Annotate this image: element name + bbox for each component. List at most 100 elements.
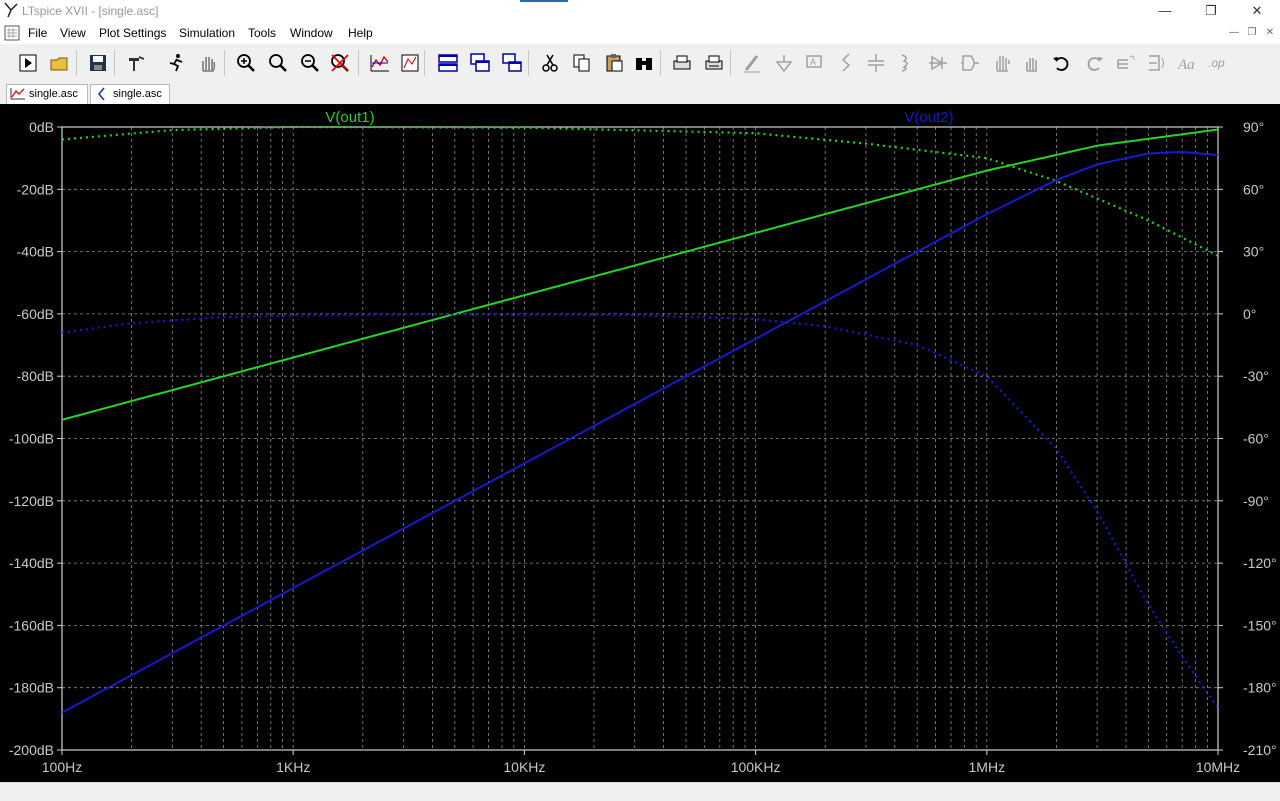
open-button[interactable]	[46, 49, 74, 77]
cut-icon	[542, 54, 558, 72]
trace-label-2[interactable]: V(out2)	[904, 109, 953, 126]
cascade-icon	[502, 53, 522, 72]
tab-schematic[interactable]: single.asc	[90, 84, 170, 104]
print-button[interactable]	[700, 49, 728, 77]
inductor-icon	[901, 54, 908, 72]
left-axis-tick-label: -40dB	[17, 244, 54, 260]
undo-button[interactable]	[1048, 49, 1076, 77]
zoom-in-button[interactable]	[232, 49, 260, 77]
right-axis-tick-label: -30°	[1243, 368, 1269, 384]
tab-label: single.asc	[29, 88, 78, 100]
menu-simulation[interactable]: Simulation	[179, 26, 235, 40]
minimize-button[interactable]: —	[1142, 0, 1188, 22]
diode-button[interactable]	[924, 49, 952, 77]
component-icon	[961, 55, 979, 71]
text-button[interactable]: Aa	[1174, 49, 1202, 77]
spice-directive-button[interactable]: .op	[1204, 49, 1232, 77]
title-bar: LTspice XVII - [single.asc] — ❐ ✕	[0, 0, 1280, 22]
mdi-close-button[interactable]: ✕	[1262, 26, 1278, 40]
hammer-button[interactable]	[122, 49, 150, 77]
autorange-button[interactable]	[366, 49, 394, 77]
zoom-out-button[interactable]	[296, 49, 324, 77]
cascade-button[interactable]	[498, 49, 526, 77]
running-man-button[interactable]	[162, 49, 190, 77]
window-title: LTspice XVII - [single.asc]	[22, 4, 159, 18]
tab-label: single.asc	[113, 88, 162, 100]
print-icon	[705, 55, 723, 70]
right-axis-tick-label: -150°	[1243, 617, 1277, 633]
menu-tools[interactable]: Tools	[248, 26, 276, 40]
zoom-full-button[interactable]	[264, 49, 292, 77]
paste-icon	[606, 54, 623, 72]
menu-window[interactable]: Window	[290, 26, 333, 40]
component-button[interactable]	[956, 49, 984, 77]
label-button[interactable]: A	[800, 49, 828, 77]
cut-button[interactable]	[536, 49, 564, 77]
mirror-button[interactable]	[1142, 49, 1170, 77]
close-button[interactable]: ✕	[1234, 0, 1280, 22]
inductor-button[interactable]	[892, 49, 920, 77]
ltspice-logo-icon	[4, 2, 18, 18]
mdi-minimize-button[interactable]: —	[1226, 26, 1242, 40]
waveform-viewer[interactable]: 0dB -20dB -40dB -60dB -80dB -100dB -120dB -140d…	[0, 104, 1280, 782]
x-axis-tick-label: 1MHz	[969, 759, 1006, 775]
toolbar-separator	[660, 50, 661, 76]
find-button[interactable]	[630, 49, 658, 77]
ground-icon	[775, 55, 793, 73]
left-axis-tick-label: -160dB	[9, 617, 54, 633]
paste-button[interactable]	[600, 49, 628, 77]
trace-label-1[interactable]: V(out1)	[325, 109, 374, 126]
left-axis-tick-label: -140dB	[9, 555, 54, 571]
resistor-button[interactable]	[832, 49, 860, 77]
svg-text:A: A	[810, 57, 816, 67]
left-axis-tick-label: -20dB	[17, 181, 54, 197]
ground-button[interactable]	[770, 49, 798, 77]
toolbar-separator	[528, 50, 529, 76]
tile-vertical-button[interactable]	[466, 49, 494, 77]
tab-waveform[interactable]: single.asc	[6, 84, 88, 104]
menu-bar: File View Plot Settings Simulation Tools Wind…	[0, 22, 1280, 44]
schematic-doc-icon[interactable]	[4, 25, 20, 41]
bode-plot[interactable]: 0dB -20dB -40dB -60dB -80dB -100dB -120dB -140d…	[0, 104, 1280, 782]
menu-view[interactable]: View	[60, 26, 86, 40]
zoom-full-icon	[269, 54, 287, 72]
waveform-icon	[10, 88, 25, 100]
cancel-zoom-button[interactable]	[326, 49, 354, 77]
x-axis-tick-label: 10MHz	[1196, 759, 1240, 775]
waveform-window-button[interactable]	[396, 49, 424, 77]
copy-button[interactable]	[568, 49, 596, 77]
capacitor-icon	[868, 54, 884, 72]
wire-button[interactable]	[738, 49, 766, 77]
hand-icon	[202, 57, 216, 72]
resistor-icon	[841, 53, 851, 72]
title-accent	[520, 0, 568, 2]
drag-button[interactable]	[1018, 49, 1046, 77]
hand-button[interactable]	[194, 49, 222, 77]
run-button[interactable]	[14, 49, 42, 77]
menu-file[interactable]: File	[28, 26, 47, 40]
toolbar-separator	[114, 50, 115, 76]
redo-button[interactable]	[1080, 49, 1108, 77]
mdi-restore-button[interactable]: ❐	[1244, 26, 1260, 40]
undo-icon	[1053, 57, 1069, 71]
find-icon	[636, 58, 652, 70]
menu-plot-settings[interactable]: Plot Settings	[99, 26, 166, 40]
left-axis-tick-label: -100dB	[9, 431, 54, 447]
move-button[interactable]	[988, 49, 1016, 77]
toolbar-separator	[424, 50, 425, 76]
right-axis-tick-label: 90°	[1243, 119, 1264, 135]
print-setup-icon	[673, 55, 691, 70]
right-axis-tick-label: 60°	[1243, 181, 1264, 197]
x-axis-tick-label: 1KHz	[276, 759, 310, 775]
schematic-icon	[97, 87, 105, 101]
capacitor-button[interactable]	[862, 49, 890, 77]
tile-horizontal-button[interactable]	[434, 49, 462, 77]
open-icon	[50, 57, 68, 71]
redo-icon	[1087, 57, 1103, 71]
left-axis-tick-label: -60dB	[17, 306, 54, 322]
maximize-button[interactable]: ❐	[1188, 0, 1234, 22]
save-button[interactable]	[84, 49, 112, 77]
rotate-button[interactable]	[1112, 49, 1140, 77]
print-setup-button[interactable]	[668, 49, 696, 77]
menu-help[interactable]: Help	[348, 26, 373, 40]
